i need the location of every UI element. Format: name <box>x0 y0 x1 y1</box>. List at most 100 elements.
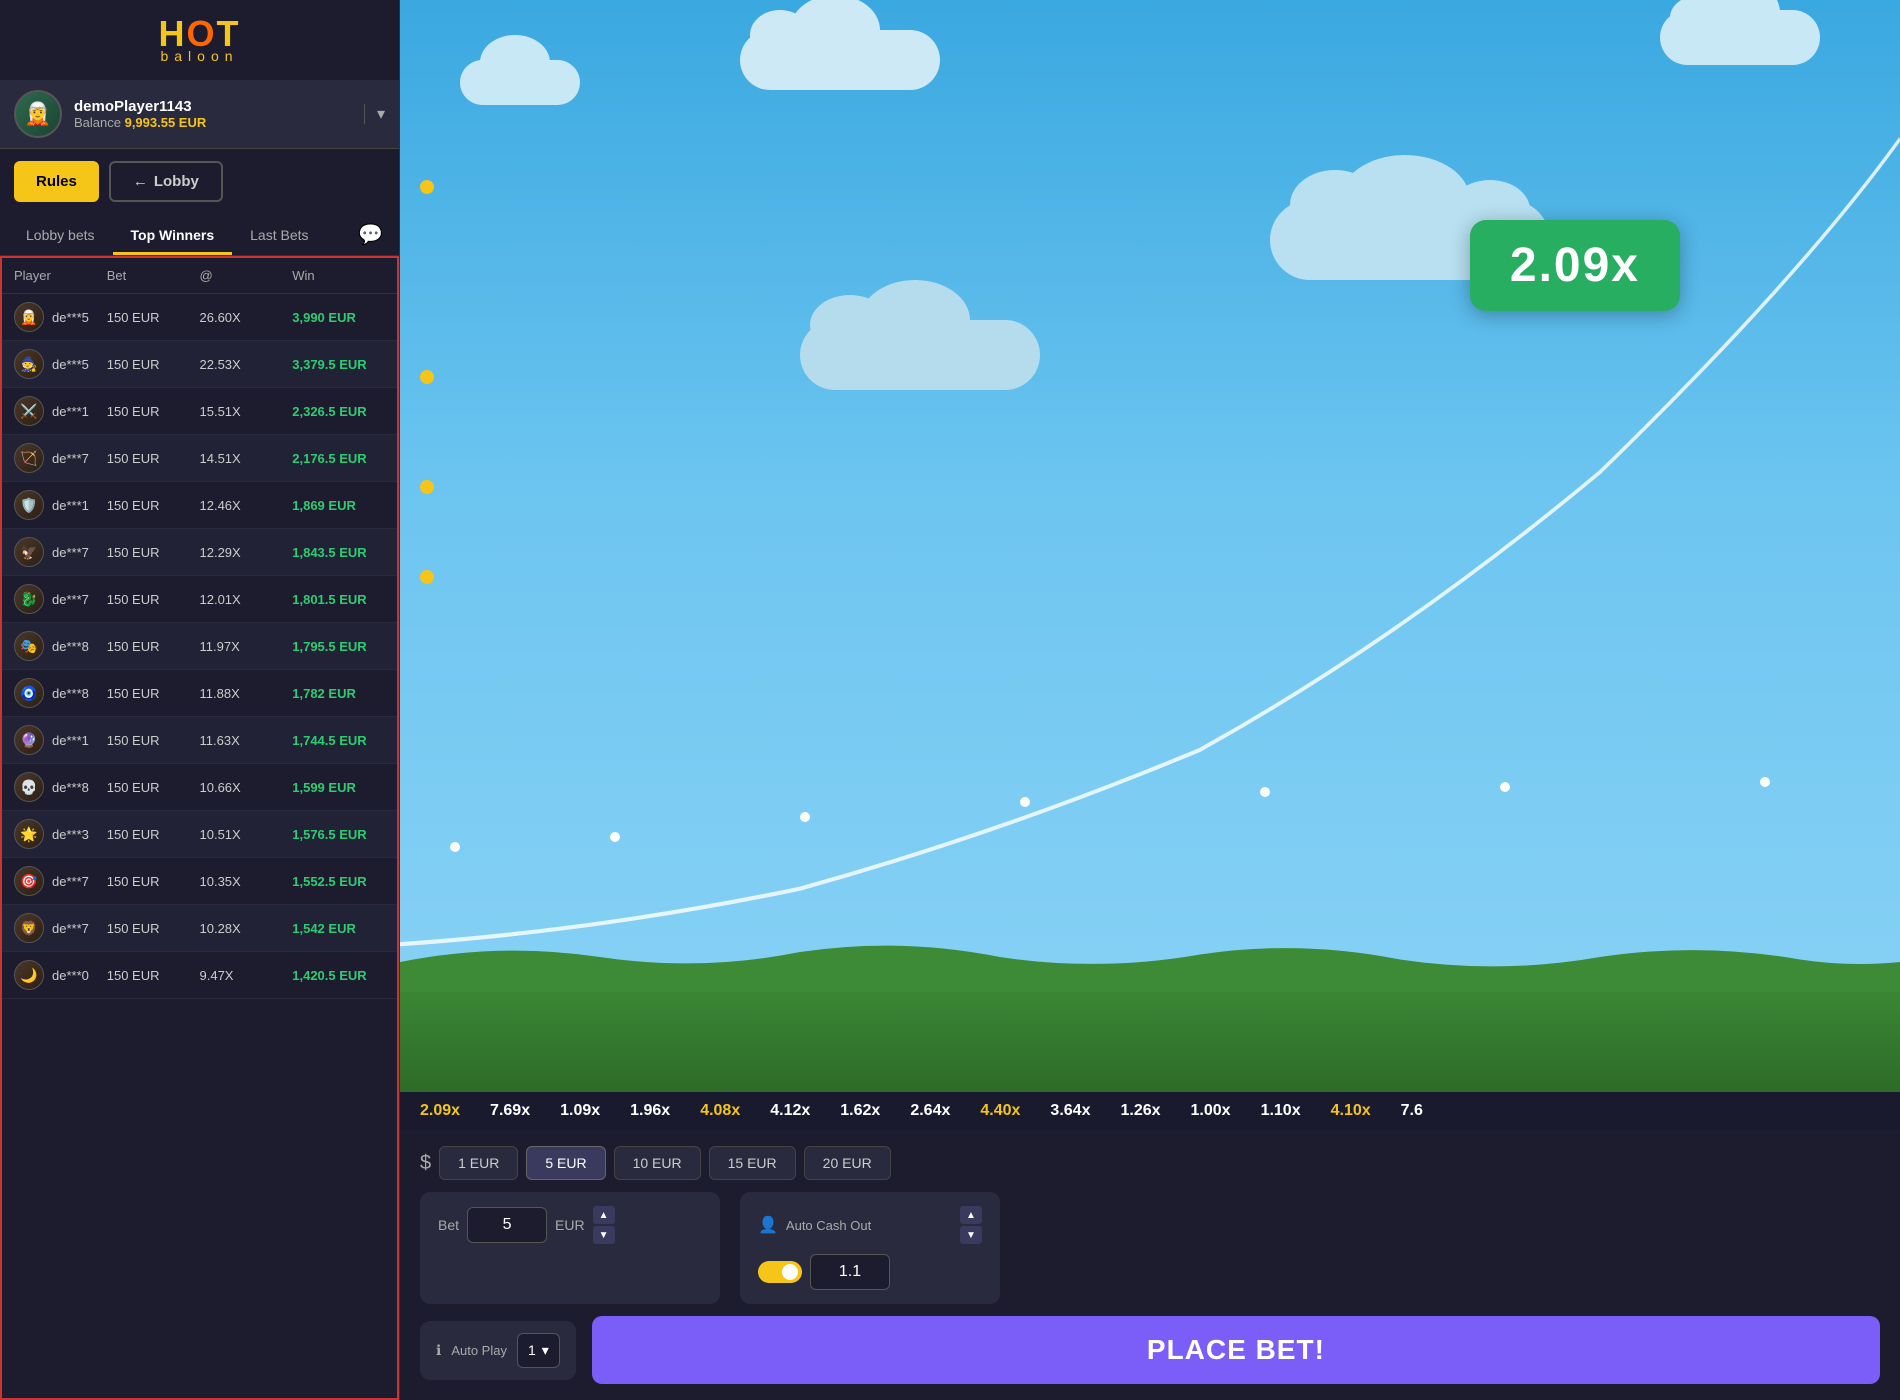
player-name: de***3 <box>52 827 89 842</box>
cashout-up-button[interactable]: ▲ <box>960 1206 982 1224</box>
preset-20eur[interactable]: 20 EUR <box>804 1146 891 1180</box>
player-cell: 🧝 de***5 <box>14 302 107 332</box>
table-body: 🧝 de***5 150 EUR 26.60X 3,990 EUR 🧙 de**… <box>2 294 397 999</box>
win-cell: 1,542 EUR <box>292 921 385 936</box>
preset-1eur[interactable]: 1 EUR <box>439 1146 518 1180</box>
tab-top-winners[interactable]: Top Winners <box>113 215 233 255</box>
player-name: de***1 <box>52 404 89 419</box>
player-avatar: 🌟 <box>14 819 44 849</box>
player-cell: 🎯 de***7 <box>14 866 107 896</box>
place-bet-button[interactable]: PLACE BET! <box>592 1316 1880 1384</box>
player-name: de***7 <box>52 592 89 607</box>
preset-10eur[interactable]: 10 EUR <box>614 1146 701 1180</box>
strip-multiplier: 1.10x <box>1261 1102 1301 1120</box>
table-row: 🧝 de***5 150 EUR 26.60X 3,990 EUR <box>2 294 397 341</box>
lobby-back-icon: ← <box>133 173 148 190</box>
table-row: 🦁 de***7 150 EUR 10.28X 1,542 EUR <box>2 905 397 952</box>
win-cell: 3,990 EUR <box>292 310 385 325</box>
cloud-1 <box>460 60 580 105</box>
player-name: de***5 <box>52 357 89 372</box>
multiplier-cell: 10.28X <box>200 921 293 936</box>
auto-play-value: 1 <box>528 1342 536 1358</box>
cashout-down-button[interactable]: ▼ <box>960 1226 982 1244</box>
win-cell: 1,576.5 EUR <box>292 827 385 842</box>
player-cell: 🎭 de***8 <box>14 631 107 661</box>
multiplier-cell: 11.97X <box>200 639 293 654</box>
bet-cell: 150 EUR <box>107 545 200 560</box>
player-name: de***8 <box>52 780 89 795</box>
bet-cell: 150 EUR <box>107 592 200 607</box>
player-cell: 🌟 de***3 <box>14 819 107 849</box>
chart-dot-6 <box>1500 782 1510 792</box>
player-name: de***8 <box>52 686 89 701</box>
table-row: 🌙 de***0 150 EUR 9.47X 1,420.5 EUR <box>2 952 397 999</box>
bet-up-button[interactable]: ▲ <box>593 1206 615 1224</box>
sidebar: HOT baloon 🧝 demoPlayer1143 Balance 9,99… <box>0 0 400 1400</box>
cashout-input[interactable] <box>810 1254 890 1290</box>
auto-play-label: Auto Play <box>451 1343 507 1358</box>
profile-dropdown-arrow[interactable]: ▾ <box>364 104 385 124</box>
yellow-dot-1 <box>420 180 434 194</box>
currency-label: EUR <box>555 1217 585 1233</box>
multiplier-cell: 9.47X <box>200 968 293 983</box>
col-at: @ <box>200 268 293 283</box>
player-avatar: 🧝 <box>14 302 44 332</box>
profile-name: demoPlayer1143 <box>74 98 364 115</box>
bet-cell: 150 EUR <box>107 310 200 325</box>
col-player: Player <box>14 268 107 283</box>
chart-dot-2 <box>610 832 620 842</box>
player-name: de***1 <box>52 498 89 513</box>
chart-dot-1 <box>450 842 460 852</box>
player-avatar: 🏹 <box>14 443 44 473</box>
lobby-button[interactable]: ← Lobby <box>109 161 223 202</box>
auto-play-select[interactable]: 1 ▾ <box>517 1333 560 1368</box>
auto-play-section: ℹ Auto Play 1 ▾ <box>420 1321 576 1380</box>
chart-dot-5 <box>1260 787 1270 797</box>
ground-area <box>400 972 1900 1092</box>
strip-multiplier: 3.64x <box>1050 1102 1090 1120</box>
win-cell: 1,843.5 EUR <box>292 545 385 560</box>
game-area: 2.09x 2.09x7.69x1.09x1.96x4.08x4.12x1.62… <box>400 0 1900 1400</box>
bet-cell: 150 EUR <box>107 404 200 419</box>
player-cell: 🌙 de***0 <box>14 960 107 990</box>
preset-5eur[interactable]: 5 EUR <box>526 1146 605 1180</box>
win-cell: 1,795.5 EUR <box>292 639 385 654</box>
auto-cashout-toggle[interactable] <box>758 1261 802 1283</box>
win-cell: 2,326.5 EUR <box>292 404 385 419</box>
chat-icon[interactable]: 💬 <box>350 214 391 255</box>
player-name: de***1 <box>52 733 89 748</box>
multiplier-cell: 12.01X <box>200 592 293 607</box>
table-row: 🦅 de***7 150 EUR 12.29X 1,843.5 EUR <box>2 529 397 576</box>
win-cell: 2,176.5 EUR <box>292 451 385 466</box>
info-icon[interactable]: ℹ <box>436 1342 441 1359</box>
table-row: 🌟 de***3 150 EUR 10.51X 1,576.5 EUR <box>2 811 397 858</box>
chart-dot-7 <box>1760 777 1770 787</box>
player-name: de***8 <box>52 639 89 654</box>
player-cell: 💀 de***8 <box>14 772 107 802</box>
multiplier-cell: 22.53X <box>200 357 293 372</box>
multiplier-cell: 12.29X <box>200 545 293 560</box>
rules-button[interactable]: Rules <box>14 161 99 202</box>
table-header: Player Bet @ Win <box>2 258 397 294</box>
sky: 2.09x <box>400 0 1900 972</box>
table-row: 🛡️ de***1 150 EUR 12.46X 1,869 EUR <box>2 482 397 529</box>
auto-cashout-title: Auto Cash Out <box>786 1218 871 1233</box>
player-avatar: 🎭 <box>14 631 44 661</box>
chart-dot-4 <box>1020 797 1030 807</box>
bet-down-button[interactable]: ▼ <box>593 1226 615 1244</box>
profile-balance: Balance 9,993.55 EUR <box>74 115 364 130</box>
yellow-dot-2 <box>420 370 434 384</box>
controls-row: Bet EUR ▲ ▼ 👤 Auto Cash Out ▲ ▼ <box>420 1192 1880 1304</box>
yellow-dot-4 <box>420 570 434 584</box>
bet-input[interactable] <box>467 1207 547 1243</box>
strip-multiplier: 1.09x <box>560 1102 600 1120</box>
person-icon: 👤 <box>758 1215 778 1235</box>
preset-15eur[interactable]: 15 EUR <box>709 1146 796 1180</box>
player-cell: 🧙 de***5 <box>14 349 107 379</box>
tab-lobby-bets[interactable]: Lobby bets <box>8 215 113 255</box>
player-avatar: 🧿 <box>14 678 44 708</box>
bet-cell: 150 EUR <box>107 357 200 372</box>
table-row: 🏹 de***7 150 EUR 14.51X 2,176.5 EUR <box>2 435 397 482</box>
tab-last-bets[interactable]: Last Bets <box>232 215 326 255</box>
strip-multiplier: 4.08x <box>700 1102 740 1120</box>
